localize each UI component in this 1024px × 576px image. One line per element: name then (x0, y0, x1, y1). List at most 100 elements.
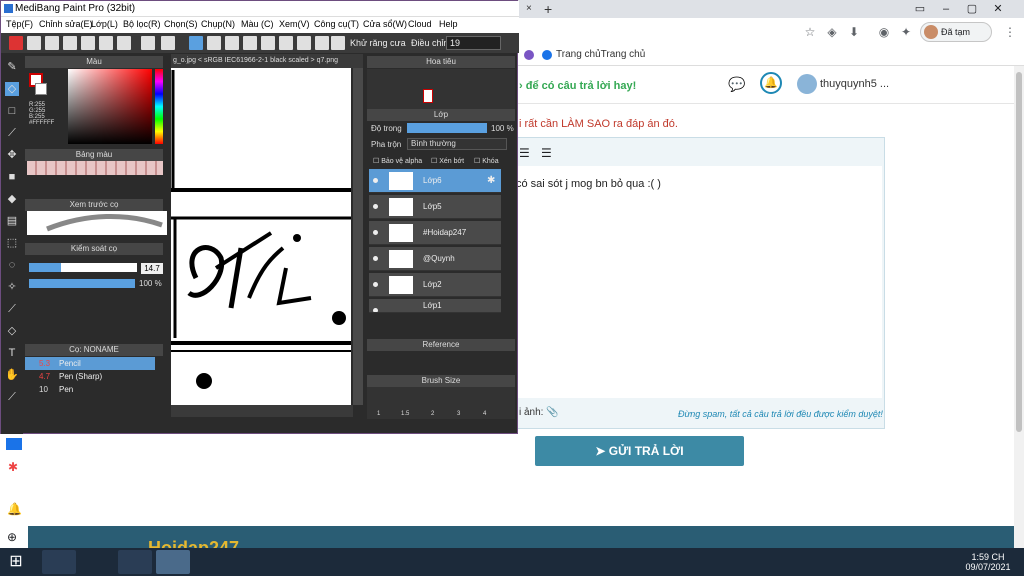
brush-size-3[interactable]: 3 (457, 411, 460, 417)
add-icon[interactable]: ⊕ (7, 530, 17, 544)
rect-tool-icon[interactable]: □ (5, 104, 19, 118)
open-button[interactable] (45, 36, 59, 50)
user-name[interactable]: thuyquynh5 ... (820, 78, 889, 90)
canvas-vscroll[interactable] (353, 68, 363, 405)
brush-item-pen[interactable]: 10 Pen (25, 383, 155, 396)
visibility-icon[interactable] (373, 282, 378, 287)
brush-item-pencil[interactable]: 5.3 Pencil (25, 357, 155, 370)
layer-item[interactable]: #Hoidap247 (369, 221, 501, 245)
lasso-tool-icon[interactable]: ◌ (5, 258, 19, 272)
brush-size-panel[interactable] (367, 387, 515, 419)
pen-tool-icon[interactable]: ✎ (5, 60, 19, 74)
snap-grid-button[interactable] (225, 36, 239, 50)
app-icon[interactable] (118, 550, 152, 574)
gear-icon[interactable]: ✱ (487, 175, 495, 186)
move-tool-icon[interactable]: ✥ (5, 148, 19, 162)
tab-search-icon[interactable]: ▭ (910, 0, 930, 18)
alpha-protect-checkbox[interactable]: ☐ Bảo vệ alpha (373, 157, 422, 165)
hand-tool-icon[interactable]: ✋ (5, 368, 19, 382)
shield-icon[interactable]: ◈ (824, 24, 840, 40)
snap-vanish-button[interactable] (261, 36, 275, 50)
snap-circle-button[interactable] (315, 36, 329, 50)
eraser-tool-icon[interactable]: ◇ (5, 82, 19, 96)
wand-tool-icon[interactable]: ✧ (5, 280, 19, 294)
answer-textarea[interactable] (512, 166, 882, 398)
menu-snap[interactable]: Chụp(N) (201, 19, 235, 29)
drawing-canvas[interactable] (171, 68, 351, 405)
menu-cloud[interactable]: Cloud (408, 19, 432, 29)
canvas-tab[interactable]: g_o.jpg < sRGB IEC61966-2-1 black scaled… (171, 54, 363, 68)
clip-checkbox[interactable]: ☐ Xén bớt (431, 157, 464, 165)
download-icon[interactable]: ⬇ (846, 24, 862, 40)
snap-settings-button[interactable] (331, 36, 345, 50)
clock[interactable]: 1:59 CH 09/07/2021 (965, 552, 1011, 572)
snap-off-button[interactable] (189, 36, 203, 50)
align-right-icon[interactable]: ☰ (519, 146, 530, 160)
snap-radial-button[interactable] (279, 36, 293, 50)
layer-item[interactable]: Lớp1 (369, 299, 501, 313)
submit-answer-button[interactable]: ➤ GỬI TRẢ LỜI (535, 436, 744, 466)
attach-label[interactable]: i ảnh: 📎 (519, 407, 559, 418)
layer-item[interactable]: Lớp5 (369, 195, 501, 219)
background-color[interactable] (35, 83, 47, 95)
folder-icon[interactable] (278, 550, 312, 574)
visibility-icon[interactable] (373, 204, 378, 209)
snap-parallel-button[interactable] (207, 36, 221, 50)
zoom-icon[interactable] (80, 550, 114, 574)
export-button[interactable] (81, 36, 95, 50)
brush-size-1-5[interactable]: 1.5 (401, 411, 409, 417)
start-icon[interactable]: ⊞ (4, 551, 28, 573)
bell-icon[interactable]: 🔔 (760, 72, 782, 94)
brush-size-1[interactable]: 1 (377, 411, 380, 417)
color-picker[interactable] (68, 69, 152, 144)
redo-button[interactable] (161, 36, 175, 50)
user-avatar[interactable] (797, 74, 817, 94)
notification-icon[interactable]: 🔔 (7, 502, 22, 516)
layer-item[interactable]: Lớp6 ✱ (369, 169, 501, 193)
undo-button[interactable] (141, 36, 155, 50)
lock-checkbox[interactable]: ☐ Khóa (474, 157, 499, 165)
zalo-icon[interactable] (198, 550, 232, 574)
gradient-tool-icon[interactable]: ▤ (5, 214, 19, 228)
size-value[interactable]: 14.7 (141, 263, 163, 274)
menu-window[interactable]: Cửa sổ(W) (363, 19, 407, 29)
opacity-slider[interactable] (29, 279, 135, 288)
navigator-panel[interactable] (367, 69, 515, 109)
bookmark-icon[interactable] (524, 50, 534, 60)
menu-select[interactable]: Chọn(S) (164, 19, 198, 29)
chrome-icon[interactable] (156, 550, 190, 574)
select-tool-icon[interactable]: ⬚ (5, 236, 19, 250)
print-button[interactable] (99, 36, 113, 50)
fill-tool-icon[interactable]: ■ (5, 170, 19, 184)
chat-icon[interactable]: 💬 (728, 76, 746, 92)
puzzle-icon[interactable]: ✦ (898, 24, 914, 40)
maximize-icon[interactable]: ▢ (962, 0, 982, 18)
visibility-icon[interactable] (373, 178, 378, 183)
profile-button[interactable]: Đã tạm dừng (920, 22, 992, 55)
save-button[interactable] (63, 36, 77, 50)
visibility-icon[interactable] (373, 308, 378, 312)
menu-color[interactable]: Màu (C) (241, 19, 274, 29)
select-pen-tool-icon[interactable]: ⟋ (5, 302, 19, 316)
menu-help[interactable]: Help (439, 19, 458, 29)
visibility-icon[interactable] (373, 230, 378, 235)
visibility-icon[interactable] (373, 256, 378, 261)
select-eraser-tool-icon[interactable]: ◇ (5, 324, 19, 338)
snap-curve-button[interactable] (297, 36, 311, 50)
new-tab-button[interactable]: + (538, 0, 558, 18)
calendar-icon[interactable] (6, 438, 22, 450)
hue-slider[interactable] (155, 69, 163, 144)
layer-item[interactable]: Lớp2 (369, 273, 501, 297)
menu-tools[interactable]: Công cụ(T) (314, 19, 359, 29)
brush-tool-icon[interactable]: ⟋ (5, 126, 19, 140)
eyedropper-tool-icon[interactable]: ⟋ (5, 390, 19, 404)
layer-opacity-slider[interactable] (407, 123, 487, 133)
grid-button[interactable] (117, 36, 131, 50)
snap-cross-button[interactable] (243, 36, 257, 50)
menu-view[interactable]: Xem(V) (279, 19, 310, 29)
extension-icon[interactable]: ◉ (876, 24, 892, 40)
bucket-tool-icon[interactable]: ◆ (5, 192, 19, 206)
adjust-input[interactable]: 19 (446, 36, 501, 50)
menu-layer[interactable]: Lớp(L) (91, 19, 118, 29)
bookmark-label[interactable]: Trang chủTrang chủ (556, 49, 645, 60)
